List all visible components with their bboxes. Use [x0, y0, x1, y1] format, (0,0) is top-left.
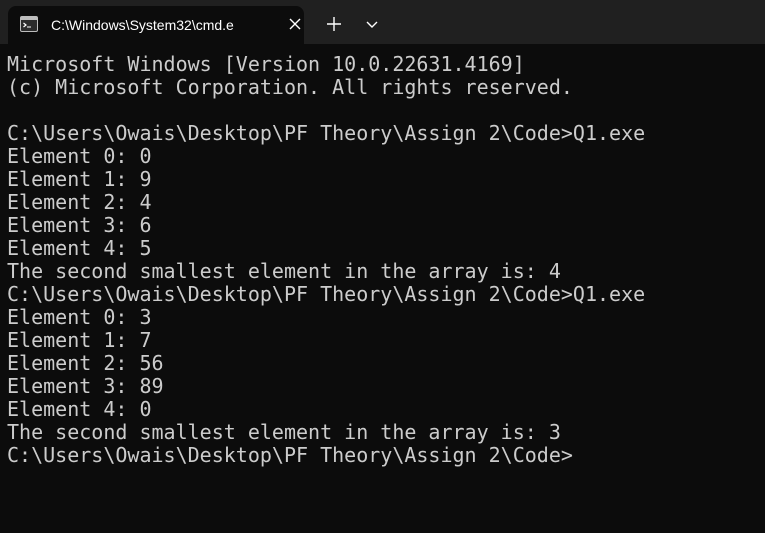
terminal-line: Element 0: 0 [7, 144, 152, 168]
terminal-line: Element 3: 6 [7, 213, 152, 237]
terminal-output[interactable]: Microsoft Windows [Version 10.0.22631.41… [7, 53, 757, 467]
tab-title: C:\Windows\System32\cmd.e [51, 17, 234, 33]
terminal-line: C:\Users\Owais\Desktop\PF Theory\Assign … [7, 282, 646, 306]
terminal-line: Element 0: 3 [7, 305, 152, 329]
terminal-line: C:\Users\Owais\Desktop\PF Theory\Assign … [7, 121, 646, 145]
terminal-line: (c) Microsoft Corporation. All rights re… [7, 75, 573, 99]
title-bar: C:\Windows\System32\cmd.e [0, 0, 765, 44]
plus-icon[interactable] [320, 12, 348, 36]
terminal-line: Element 3: 89 [7, 374, 164, 398]
cmd-icon [20, 16, 38, 32]
terminal-line: Element 1: 7 [7, 328, 152, 352]
terminal-line: The second smallest element in the array… [7, 259, 561, 283]
terminal-line: Element 2: 56 [7, 351, 164, 375]
terminal-line: Element 4: 0 [7, 397, 152, 421]
terminal-tab[interactable]: C:\Windows\System32\cmd.e [8, 6, 304, 44]
terminal-line: Microsoft Windows [Version 10.0.22631.41… [7, 52, 525, 76]
terminal-line: C:\Users\Owais\Desktop\PF Theory\Assign … [7, 443, 573, 467]
chevron-down-icon[interactable] [361, 12, 383, 36]
terminal-line: Element 1: 9 [7, 167, 152, 191]
terminal-line: Element 4: 5 [7, 236, 152, 260]
terminal-line: The second smallest element in the array… [7, 420, 561, 444]
close-icon[interactable] [288, 17, 302, 31]
terminal-window: C:\Windows\System32\cmd.e Microsoft Wind… [0, 0, 765, 533]
terminal-line: Element 2: 4 [7, 190, 152, 214]
